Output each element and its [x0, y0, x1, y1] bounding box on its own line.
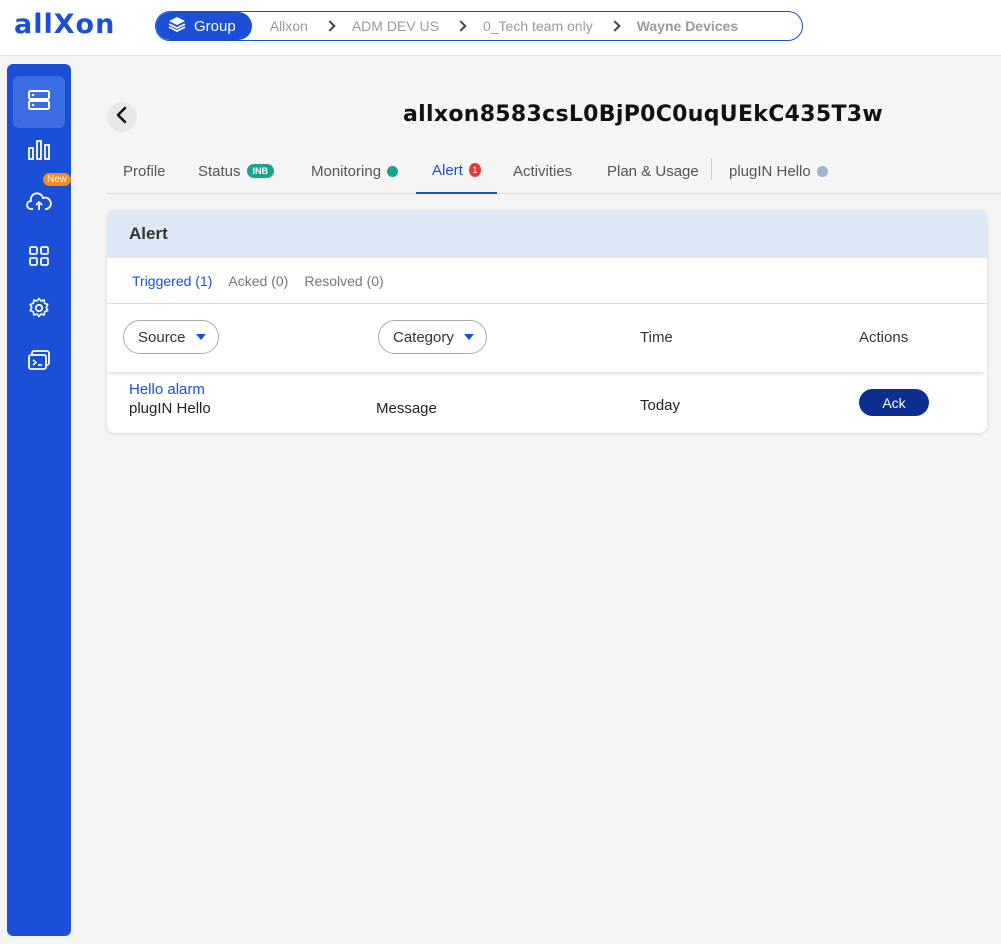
sidebar-item-remote-console[interactable]: [13, 336, 65, 388]
allxon-logo[interactable]: allXon: [14, 9, 115, 40]
sidebar-item-apps[interactable]: [13, 232, 65, 284]
breadcrumb-item-current[interactable]: Wayne Devices: [619, 18, 744, 34]
device-title: allxon8583csL0BjP0C0uqUEkC435T3w: [403, 102, 884, 127]
tab-label: Monitoring: [311, 162, 382, 180]
breadcrumb-item[interactable]: Allxon: [252, 18, 314, 34]
subtab-resolved[interactable]: Resolved (0): [304, 273, 383, 289]
table-header: Source Category Time Actions: [107, 304, 987, 372]
category-filter-label: Category: [393, 328, 454, 346]
table-row: Hello alarm plugIN Hello Message Today A…: [107, 372, 987, 432]
tab-plan-usage[interactable]: Plan & Usage: [607, 148, 699, 194]
breadcrumb: Group Allxon ADM DEV US 0_Tech team only…: [155, 11, 803, 41]
tab-label: Activities: [513, 162, 573, 180]
chevron-left-icon: [115, 106, 129, 129]
tab-label: Plan & Usage: [607, 162, 699, 180]
alert-subtabs: Triggered (1) Acked (0) Resolved (0): [107, 258, 987, 304]
breadcrumb-group-button[interactable]: Group: [156, 12, 252, 40]
subtab-triggered[interactable]: Triggered (1): [132, 273, 212, 289]
breadcrumb-item[interactable]: ADM DEV US: [334, 18, 445, 34]
tab-label: Profile: [123, 162, 166, 180]
device-tabs: Profile Status INB Monitoring Alert 1 Ac…: [107, 148, 1001, 194]
sidebar-item-devices[interactable]: [13, 76, 65, 128]
bar-chart-icon: [28, 139, 50, 165]
sidebar-item-settings[interactable]: [13, 284, 65, 336]
tab-plugin-hello[interactable]: plugIN Hello: [729, 148, 828, 194]
status-dot-icon: [387, 165, 399, 177]
new-badge: New: [43, 173, 72, 186]
status-dot-icon: [816, 165, 828, 177]
devices-icon: [28, 89, 50, 115]
caret-down-icon: [195, 334, 206, 340]
sidebar-item-analytics[interactable]: [13, 126, 65, 178]
caret-down-icon: [463, 334, 474, 340]
tab-label: plugIN Hello: [729, 162, 811, 180]
alarm-name-link[interactable]: Hello alarm: [129, 381, 205, 398]
top-bar: allXon Group Allxon ADM DEV US 0_Tech te…: [0, 0, 1001, 56]
breadcrumb-group-label: Group: [194, 17, 236, 35]
back-button[interactable]: [107, 102, 137, 132]
tab-alert[interactable]: Alert 1: [416, 148, 497, 194]
alert-count-badge: 1: [468, 163, 481, 177]
tab-status[interactable]: Status INB: [198, 148, 275, 194]
sidebar: New: [7, 64, 72, 936]
tab-label: Alert: [432, 161, 463, 179]
sidebar-item-ota[interactable]: New: [13, 173, 72, 230]
source-filter-dropdown[interactable]: Source: [123, 320, 219, 354]
column-header-actions: Actions: [859, 329, 909, 346]
tab-label: Status: [198, 162, 241, 180]
column-header-time: Time: [640, 329, 673, 346]
cloud-upload-icon: [26, 191, 52, 217]
alert-card-header: Alert: [107, 210, 987, 258]
alarm-category: Message: [376, 400, 437, 417]
category-filter-dropdown[interactable]: Category: [378, 320, 487, 354]
alert-card: Alert Triggered (1) Acked (0) Resolved (…: [107, 210, 987, 433]
alarm-source: plugIN Hello: [129, 400, 211, 417]
subtab-acked[interactable]: Acked (0): [228, 273, 288, 289]
breadcrumb-item[interactable]: 0_Tech team only: [465, 18, 599, 34]
tab-profile[interactable]: Profile: [123, 148, 166, 194]
tab-activities[interactable]: Activities: [513, 148, 572, 194]
tab-divider: [711, 158, 712, 180]
ack-button[interactable]: Ack: [859, 389, 929, 416]
alarm-time: Today: [640, 397, 681, 414]
gear-icon: [28, 297, 50, 324]
tab-monitoring[interactable]: Monitoring: [311, 148, 399, 194]
layers-icon: [168, 16, 186, 36]
source-filter-label: Source: [138, 328, 186, 346]
terminal-icon: [28, 349, 50, 375]
status-badge: INB: [246, 164, 275, 178]
apps-grid-icon: [29, 245, 49, 271]
